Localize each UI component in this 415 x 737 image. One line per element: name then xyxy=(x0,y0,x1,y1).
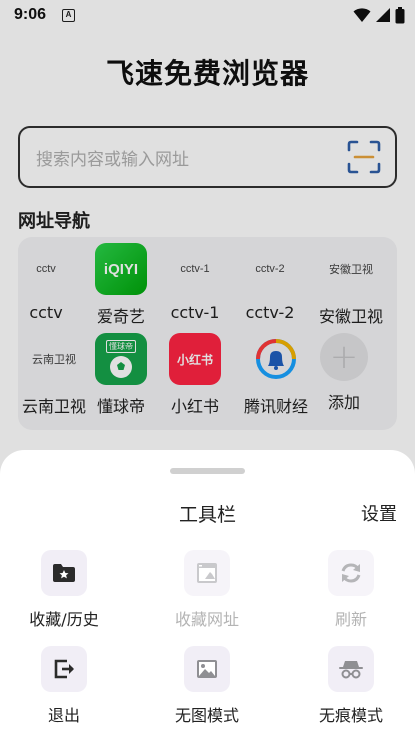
tool-refresh[interactable]: 刷新 xyxy=(291,550,411,630)
folder-star-icon xyxy=(41,550,87,596)
tool-label: 无图模式 xyxy=(174,706,239,725)
tool-label: 收藏/历史 xyxy=(29,610,99,629)
incognito-icon xyxy=(328,646,374,692)
tool-label: 退出 xyxy=(47,706,80,725)
sheet-drag-handle[interactable] xyxy=(170,468,245,474)
bookmark-page-icon xyxy=(184,550,230,596)
tool-favorites-history[interactable]: 收藏/历史 xyxy=(4,550,124,630)
tool-bookmark-url[interactable]: 收藏网址 xyxy=(147,550,267,630)
tool-label: 收藏网址 xyxy=(174,610,239,629)
tool-label: 刷新 xyxy=(334,610,367,629)
settings-button[interactable]: 设置 xyxy=(361,500,397,526)
refresh-icon xyxy=(328,550,374,596)
image-icon xyxy=(184,646,230,692)
tool-no-image-mode[interactable]: 无图模式 xyxy=(147,646,267,726)
tool-label: 无痕模式 xyxy=(318,706,383,725)
toolbar-title: 工具栏 xyxy=(178,504,236,526)
exit-icon xyxy=(41,646,87,692)
tool-incognito-mode[interactable]: 无痕模式 xyxy=(291,646,411,726)
toolbar-bottom-sheet: 工具栏 设置 收藏/历史 收藏网址 刷新 退出 无图模式 无痕模式 xyxy=(0,450,415,737)
tool-exit[interactable]: 退出 xyxy=(4,646,124,726)
